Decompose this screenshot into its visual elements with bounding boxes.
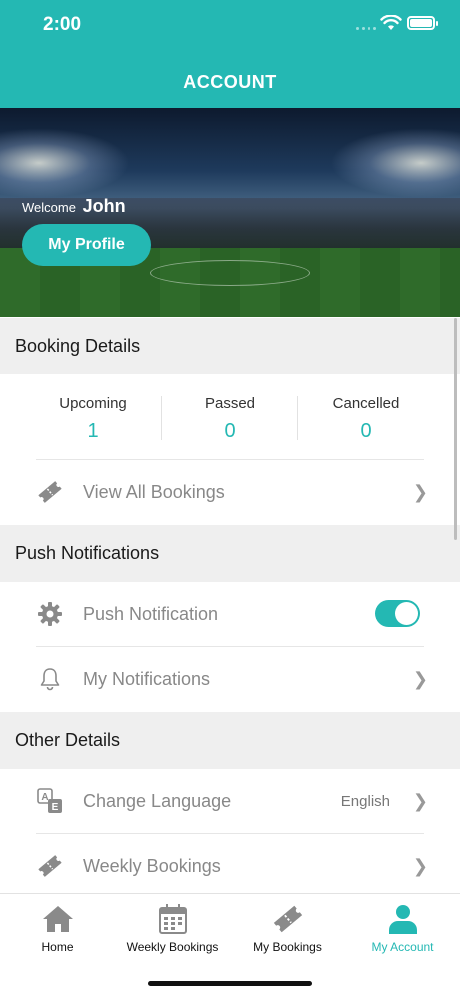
stat-label: Cancelled	[332, 395, 400, 412]
row-label: Weekly Bookings	[83, 855, 221, 876]
tab-label: Home	[41, 940, 74, 954]
tab-label: Weekly Bookings	[126, 940, 219, 954]
hero-banner: Welcome John My Profile	[0, 108, 460, 317]
language-value: English	[340, 792, 390, 810]
view-all-bookings-row[interactable]: View All Bookings ❯	[0, 460, 460, 524]
change-language-row[interactable]: AE Change Language English ❯	[0, 769, 460, 833]
stat-cancelled[interactable]: Cancelled 0	[299, 395, 433, 443]
chevron-right-icon: ❯	[412, 668, 428, 689]
weekly-bookings-row[interactable]: Weekly Bookings ❯	[0, 834, 460, 898]
push-notification-row: Push Notification	[0, 582, 460, 646]
cellular-signal-icon	[356, 27, 376, 31]
account-icon	[345, 902, 460, 936]
chevron-right-icon: ❯	[412, 790, 428, 811]
svg-text:A: A	[41, 792, 48, 803]
tab-my-account[interactable]: My Account	[345, 902, 460, 954]
welcome-text: Welcome John	[22, 196, 126, 217]
welcome-label: Welcome	[22, 200, 76, 215]
stat-label: Passed	[204, 395, 256, 412]
chevron-right-icon: ❯	[412, 481, 428, 502]
row-label: My Notifications	[83, 668, 211, 689]
battery-icon	[407, 16, 438, 30]
center-circle	[150, 260, 310, 286]
row-label: Change Language	[83, 790, 232, 811]
translate-icon: AE	[36, 787, 64, 815]
status-time: 2:00	[43, 14, 82, 35]
push-notification-toggle[interactable]	[375, 600, 420, 627]
toggle-knob	[395, 602, 418, 625]
row-label: Push Notification	[83, 603, 219, 624]
stat-value: 0	[224, 420, 236, 442]
tab-label: My Bookings	[253, 940, 322, 954]
divider	[297, 396, 298, 440]
stat-value: 0	[360, 420, 372, 442]
home-indicator[interactable]	[148, 981, 312, 986]
section-header-notifications: Push Notifications	[0, 525, 460, 582]
svg-text:E: E	[52, 802, 59, 813]
tab-my-bookings[interactable]: My Bookings	[230, 902, 345, 954]
gear-icon	[36, 600, 64, 628]
calendar-icon	[115, 902, 230, 936]
row-label: View All Bookings	[83, 481, 225, 502]
stadium-lights	[0, 128, 130, 198]
page-title: ACCOUNT	[183, 72, 277, 92]
bell-icon	[36, 665, 64, 693]
stadium-lights	[330, 128, 460, 198]
stat-passed[interactable]: Passed 0	[163, 395, 297, 443]
user-name: John	[82, 196, 126, 216]
stat-value: 1	[87, 420, 99, 442]
tab-label: My Account	[371, 940, 434, 954]
tab-home[interactable]: Home	[0, 902, 115, 954]
my-profile-button[interactable]: My Profile	[22, 224, 151, 266]
section-header-other: Other Details	[0, 712, 460, 769]
ticket-icon	[36, 852, 64, 880]
home-icon	[0, 902, 115, 936]
stat-label: Upcoming	[59, 395, 127, 412]
ticket-icon	[36, 478, 64, 506]
my-notifications-row[interactable]: My Notifications ❯	[0, 647, 460, 711]
section-header-booking: Booking Details	[0, 318, 460, 374]
chevron-right-icon: ❯	[412, 855, 428, 876]
wifi-icon	[380, 15, 402, 30]
scrollbar[interactable]	[454, 318, 457, 540]
divider	[161, 396, 162, 440]
ticket-icon	[230, 902, 345, 936]
tab-weekly-bookings[interactable]: Weekly Bookings	[115, 902, 230, 954]
app-header: 2:00 ACCOUNT	[0, 0, 460, 108]
stat-upcoming[interactable]: Upcoming 1	[26, 395, 160, 443]
